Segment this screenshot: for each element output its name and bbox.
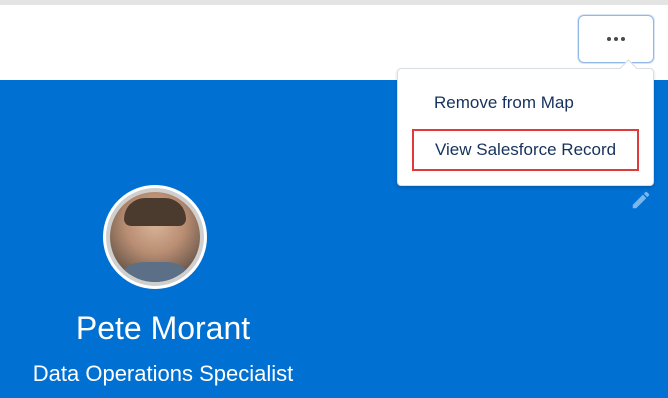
person-name: Pete Morant xyxy=(75,310,251,346)
more-actions-icon xyxy=(607,37,625,41)
person-title: Data Operations Specialist xyxy=(32,361,294,386)
more-actions-button[interactable] xyxy=(578,15,654,63)
menu-item-remove-from-map[interactable]: Remove from Map xyxy=(398,83,653,123)
avatar-photo xyxy=(110,192,200,282)
avatar xyxy=(103,185,207,289)
menu-item-label: Remove from Map xyxy=(434,93,574,112)
menu-item-view-salesforce-record[interactable]: View Salesforce Record xyxy=(412,129,639,171)
menu-item-label: View Salesforce Record xyxy=(435,140,617,159)
pencil-icon[interactable] xyxy=(630,189,652,211)
actions-dropdown-menu: Remove from Map View Salesforce Record xyxy=(397,59,654,186)
